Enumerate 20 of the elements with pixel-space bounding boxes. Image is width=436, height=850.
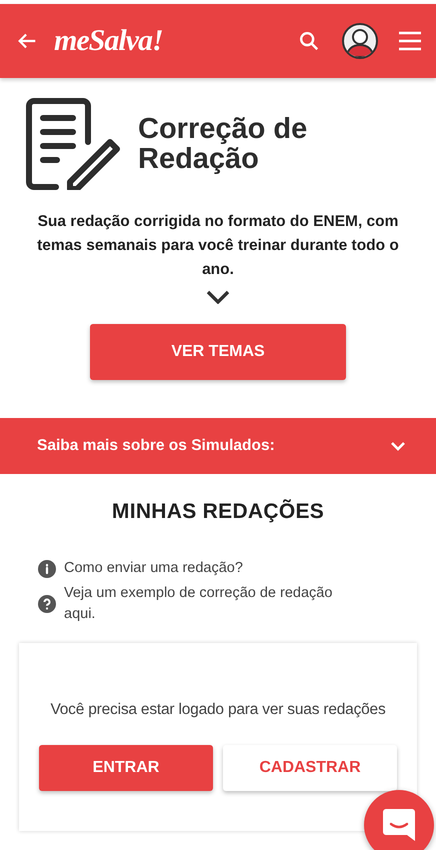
chat-button[interactable] xyxy=(364,790,434,850)
page-title: Correção de Redação xyxy=(138,114,308,174)
search-icon[interactable] xyxy=(298,30,320,52)
document-pencil-icon xyxy=(26,98,120,190)
help-link[interactable]: Como enviar uma redação? xyxy=(64,558,243,579)
help-link[interactable]: Veja um exemplo de correção de redação aqui. xyxy=(64,583,356,625)
menu-icon[interactable] xyxy=(398,30,422,52)
section-title: MINHAS REDAÇÕES xyxy=(110,500,326,524)
chevron-down-icon[interactable] xyxy=(206,290,230,304)
help-icon xyxy=(38,595,56,613)
chat-bubble-icon xyxy=(382,807,416,843)
simulados-banner[interactable]: Saiba mais sobre os Simulados: xyxy=(0,418,436,474)
logo[interactable]: meSalva! xyxy=(54,24,298,58)
login-button[interactable]: ENTRAR xyxy=(39,745,213,791)
signup-button[interactable]: CADASTRAR xyxy=(223,745,397,791)
avatar-icon[interactable] xyxy=(342,23,378,59)
description: Sua redação corrigida no formato do ENEM, com temas semanais para você treinar durante todo o ano. xyxy=(36,212,400,280)
login-message: Você precisa estar logado para ver suas redações xyxy=(49,701,387,719)
see-themes-button[interactable]: VER TEMAS xyxy=(90,324,346,380)
info-icon xyxy=(38,560,56,578)
